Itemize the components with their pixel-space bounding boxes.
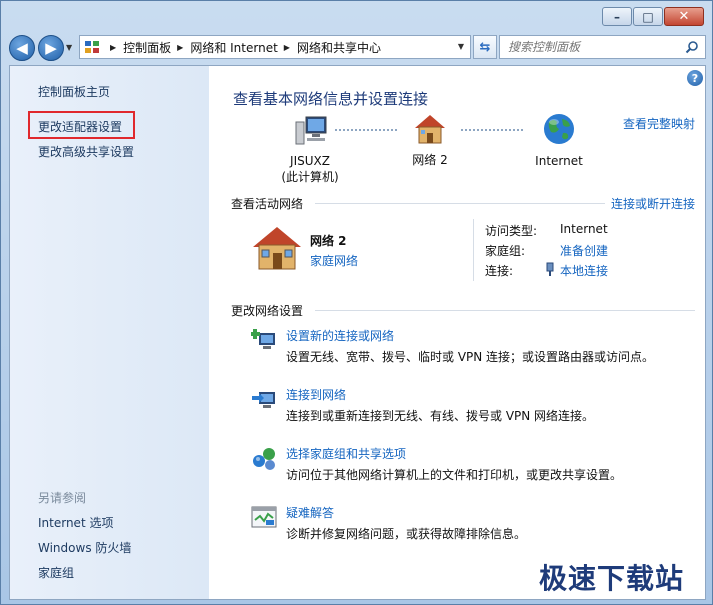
page-title: 查看基本网络信息并设置连接 — [233, 90, 429, 108]
map-node-network[interactable]: 网络 2 — [402, 113, 458, 168]
task-description: 设置无线、宽带、拨号、临时或 VPN 连接；或设置路由器或访问点。 — [286, 350, 655, 364]
section-divider — [315, 310, 695, 311]
connection-label: 连接: — [485, 264, 514, 278]
home-network-large-icon — [253, 227, 301, 270]
task-title[interactable]: 连接到网络 — [286, 386, 346, 403]
home-network-icon — [415, 115, 445, 144]
task-title[interactable]: 选择家庭组和共享选项 — [286, 445, 406, 462]
maximize-icon: □ — [642, 9, 654, 24]
view-full-map-link[interactable]: 查看完整映射 — [623, 115, 695, 132]
left-pane: 控制面板主页 更改适配器设置 更改高级共享设置 另请参阅 Internet 选项… — [10, 66, 209, 599]
troubleshoot-icon — [251, 506, 277, 528]
navigation-bar: ◀ ▶ ▼ ▶ 控制面板 ▶ 网络和 Internet ▶ 网络和共享中心 ▼ … — [9, 33, 706, 61]
homegroup-label: 家庭组: — [485, 244, 526, 258]
window-controls: – □ ✕ — [601, 7, 704, 26]
computer-subtitle: (此计算机) — [281, 170, 339, 184]
history-dropdown-icon[interactable]: ▼ — [66, 43, 72, 52]
breadcrumb-network-sharing-center[interactable]: 网络和共享中心 — [297, 39, 381, 56]
map-node-computer: JISUXZ (此计算机) — [275, 114, 345, 185]
address-dropdown-icon[interactable]: ▼ — [458, 42, 464, 51]
task-description: 诊断并修复网络问题，或获得故障排除信息。 — [286, 527, 527, 541]
globe-icon — [544, 114, 574, 144]
control-panel-icon — [85, 41, 99, 53]
close-icon: ✕ — [678, 9, 690, 24]
homegroup-sharing-icon — [253, 448, 275, 470]
connection-row: 连接: 本地连接 — [485, 262, 608, 279]
title-bar: – □ ✕ — [1, 1, 712, 31]
minimize-icon: – — [614, 9, 620, 24]
task-title[interactable]: 疑难解答 — [286, 504, 334, 521]
watermark: 极速下载站 — [539, 562, 685, 595]
minimize-button[interactable]: – — [602, 7, 632, 26]
breadcrumb-separator-icon[interactable]: ▶ — [177, 43, 183, 52]
internet-options-link[interactable]: Internet 选项 — [38, 514, 113, 531]
control-panel-home-link[interactable]: 控制面板主页 — [38, 83, 110, 100]
active-networks-heading: 查看活动网络 — [231, 197, 304, 211]
window: – □ ✕ ◀ ▶ ▼ ▶ 控制面板 ▶ 网络和 Internet ▶ 网络和共… — [0, 0, 713, 605]
change-settings-heading: 更改网络设置 — [231, 304, 304, 318]
search-icon[interactable] — [685, 40, 699, 54]
see-also-heading: 另请参阅 — [38, 491, 87, 505]
main-pane: ? 查看基本网络信息并设置连接 查看完整映射 JISUXZ (此计算机) 网络 … — [209, 66, 705, 599]
content-area: 控制面板主页 更改适配器设置 更改高级共享设置 另请参阅 Internet 选项… — [9, 65, 706, 600]
task-description: 连接到或重新连接到无线、有线、拨号或 VPN 网络连接。 — [286, 409, 595, 423]
network-name: 网络 2 — [412, 153, 448, 167]
windows-firewall-link[interactable]: Windows 防火墙 — [38, 539, 131, 556]
search-input[interactable] — [508, 40, 678, 54]
homegroup-row: 家庭组: 准备创建 — [485, 242, 608, 259]
change-advanced-sharing-link[interactable]: 更改高级共享设置 — [38, 143, 134, 160]
map-connector — [335, 129, 397, 131]
task-title[interactable]: 设置新的连接或网络 — [286, 327, 394, 344]
local-connection-link[interactable]: 本地连接 — [560, 262, 608, 279]
connect-disconnect-link[interactable]: 连接或断开连接 — [611, 195, 695, 212]
address-bar[interactable]: ▶ 控制面板 ▶ 网络和 Internet ▶ 网络和共享中心 ▼ — [79, 35, 471, 59]
vertical-divider — [473, 219, 474, 281]
help-icon[interactable]: ? — [687, 70, 703, 86]
access-type-row: 访问类型: Internet — [485, 222, 608, 239]
refresh-icon: ⇆ — [479, 39, 491, 55]
maximize-button[interactable]: □ — [633, 7, 663, 26]
access-type-value: Internet — [560, 222, 608, 236]
breadcrumb-network-internet[interactable]: 网络和 Internet — [190, 39, 277, 56]
change-adapter-settings-link[interactable]: 更改适配器设置 — [38, 118, 122, 135]
refresh-button[interactable]: ⇆ — [473, 35, 497, 59]
forward-button[interactable]: ▶ — [38, 35, 64, 61]
connect-network-icon — [252, 392, 275, 408]
close-button[interactable]: ✕ — [664, 7, 704, 26]
new-connection-icon — [251, 329, 275, 349]
breadcrumb-separator-icon[interactable]: ▶ — [284, 43, 290, 52]
section-divider — [315, 203, 605, 204]
breadcrumb-control-panel[interactable]: 控制面板 — [123, 39, 171, 56]
computer-icon — [295, 116, 327, 145]
homegroup-ready-link[interactable]: 准备创建 — [560, 242, 608, 259]
back-arrow-icon: ◀ — [16, 39, 28, 57]
task-description: 访问位于其他网络计算机上的文件和打印机，或更改共享设置。 — [286, 468, 623, 482]
map-node-internet[interactable]: Internet — [529, 112, 589, 169]
network-type-link[interactable]: 家庭网络 — [310, 252, 358, 269]
homegroup-link[interactable]: 家庭组 — [38, 564, 74, 581]
ethernet-icon — [546, 262, 554, 276]
breadcrumb-separator-icon: ▶ — [110, 42, 117, 52]
active-network-name: 网络 2 — [310, 234, 347, 248]
search-box[interactable] — [499, 35, 706, 59]
back-button[interactable]: ◀ — [9, 35, 35, 61]
map-connector — [461, 129, 523, 131]
internet-label: Internet — [535, 154, 583, 168]
computer-name: JISUXZ — [290, 154, 330, 168]
access-type-label: 访问类型: — [485, 224, 538, 238]
forward-arrow-icon: ▶ — [45, 39, 57, 57]
